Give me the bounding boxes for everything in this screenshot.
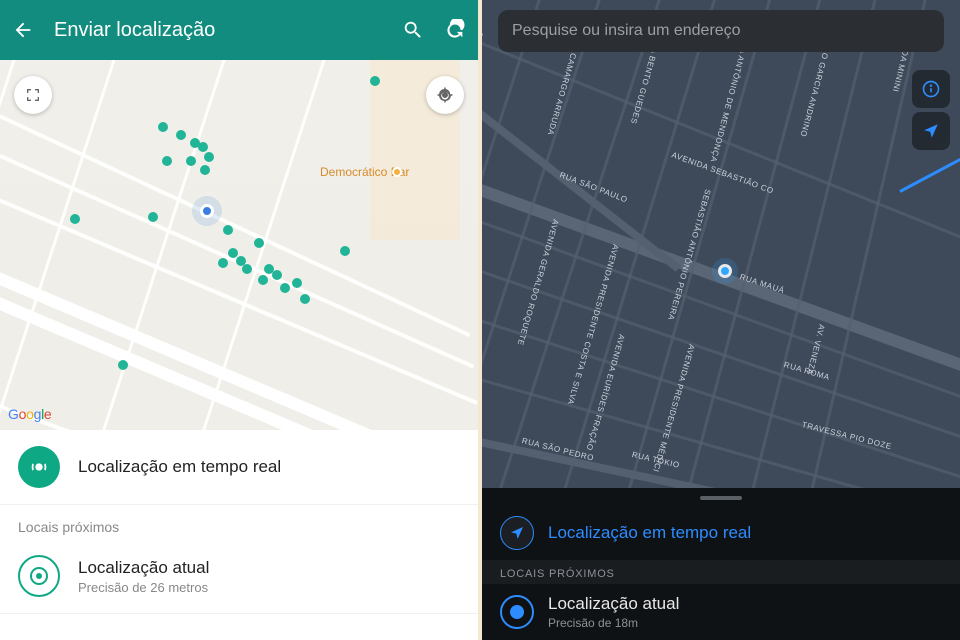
realtime-location-row[interactable]: Localização em tempo real <box>482 506 960 560</box>
bottom-sheet: Localização em tempo real LOCAIS PRÓXIMO… <box>482 488 960 640</box>
map-canvas-dark[interactable]: FUNCIONÁRIO R. JOSÉ CAMARGO ARRUDA AVENI… <box>482 0 960 525</box>
current-location-accuracy: Precisão de 18m <box>548 616 679 630</box>
live-location-icon <box>500 516 534 550</box>
locate-me-button[interactable] <box>426 76 464 114</box>
current-location-row[interactable]: Localização atual Precisão de 26 metros <box>0 539 478 614</box>
street-label: TRAVESSA PIO DOZE <box>801 420 893 451</box>
current-location-icon <box>500 595 534 629</box>
drag-handle[interactable] <box>700 496 742 500</box>
realtime-label: Localização em tempo real <box>78 457 460 477</box>
options-list: Localização em tempo real Locais próximo… <box>0 430 478 614</box>
fullscreen-button[interactable] <box>14 76 52 114</box>
android-screenshot: Enviar localização Democrático Bar <box>0 0 478 640</box>
street-label: AVENIDA PRESIDENTE MÉDICI <box>651 343 696 473</box>
realtime-location-row[interactable]: Localização em tempo real <box>0 430 478 505</box>
current-location-accuracy: Precisão de 26 metros <box>78 580 460 595</box>
my-location-dot <box>200 204 214 218</box>
search-field[interactable]: Pesquise ou insira um endereço <box>498 10 944 52</box>
search-placeholder: Pesquise ou insira um endereço <box>512 22 741 40</box>
current-location-label: Localização atual <box>78 558 460 578</box>
current-location-row[interactable]: Localização atual Precisão de 18m <box>482 584 960 640</box>
app-header: Enviar localização <box>0 0 478 60</box>
poi-pin-icon <box>392 167 402 177</box>
back-button[interactable] <box>12 19 34 41</box>
live-location-icon <box>18 446 60 488</box>
current-location-icon <box>18 555 60 597</box>
refresh-button[interactable] <box>444 19 466 41</box>
page-title: Enviar localização <box>54 19 382 42</box>
street-label: FUNCIONÁRIO <box>482 31 484 94</box>
nearby-section-label: LOCAIS PRÓXIMOS <box>482 560 960 584</box>
info-button[interactable] <box>912 70 950 108</box>
realtime-label: Localização em tempo real <box>548 523 751 543</box>
nearby-section-label: Locais próximos <box>0 505 478 539</box>
my-location-dot <box>718 264 732 278</box>
current-location-label: Localização atual <box>548 594 679 614</box>
search-button[interactable] <box>402 19 424 41</box>
map-attribution: Google <box>8 406 51 422</box>
map-canvas[interactable]: Democrático Bar Google <box>0 60 478 430</box>
locate-me-button[interactable] <box>912 112 950 150</box>
ios-screenshot: FUNCIONÁRIO R. JOSÉ CAMARGO ARRUDA AVENI… <box>482 0 960 640</box>
